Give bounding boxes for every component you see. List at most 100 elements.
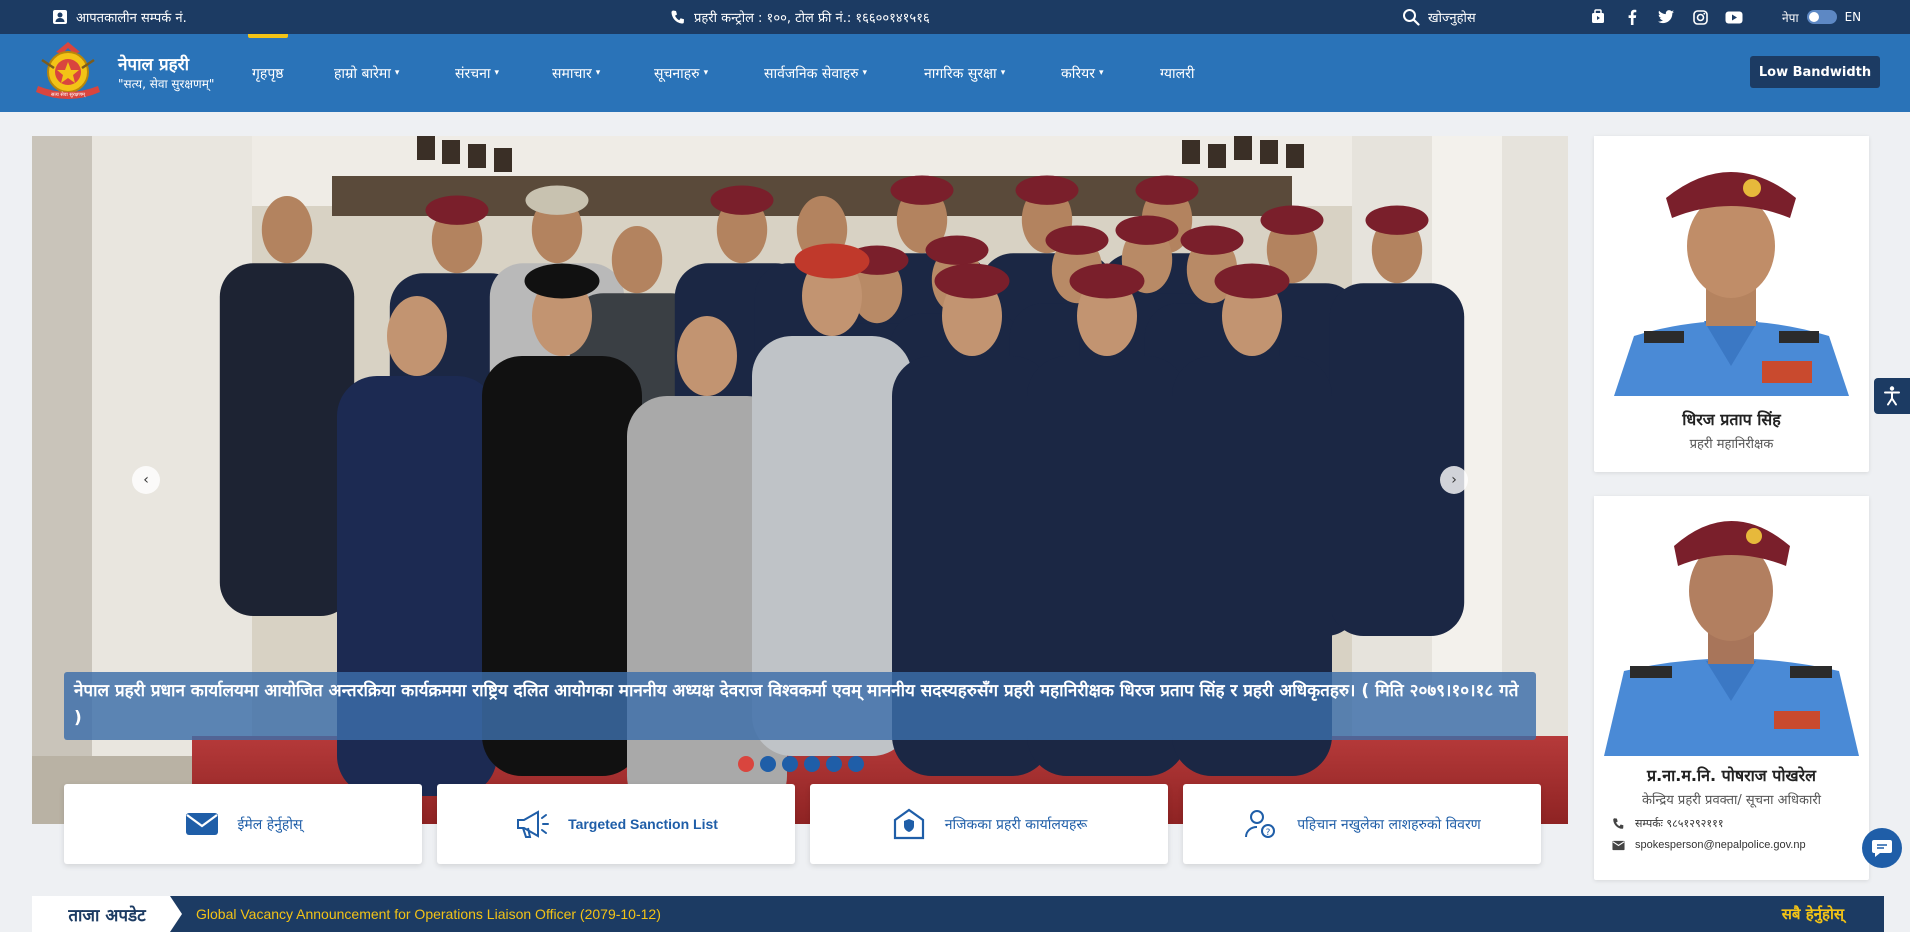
chevron-down-icon: ▾ — [1098, 68, 1104, 78]
chief-name: धिरज प्रताप सिंह — [1682, 410, 1781, 429]
nav-item-label: हाम्रो बारेमा — [334, 65, 391, 82]
contact-card-icon — [53, 10, 67, 24]
quick-link-label: पहिचान नखुलेका लाशहरुको विवरण — [1297, 816, 1481, 833]
spokesperson-email[interactable]: spokesperson@nepalpolice.gov.np — [1594, 839, 1869, 851]
nav-item-2[interactable]: संरचना ▾ — [455, 34, 499, 112]
megaphone-icon — [517, 810, 550, 838]
nav-item-8[interactable]: ग्यालरी — [1160, 34, 1195, 112]
nav-item-3[interactable]: समाचार ▾ — [552, 34, 600, 112]
emergency-contact-label: आपतकालीन सम्पर्क नं. — [76, 11, 187, 26]
search-icon — [1403, 9, 1420, 26]
spokesperson-portrait — [1594, 496, 1869, 756]
quick-link-label: ईमेल हेर्नुहोस् — [237, 816, 303, 833]
news-ticker: ताजा अपडेट Global Vacancy Announcement f… — [32, 896, 1884, 932]
search-trigger[interactable]: खोज्नुहोस — [1402, 0, 1476, 34]
quick-link-label: नजिकका प्रहरी कार्यालयहरू — [944, 816, 1088, 833]
nav-item-0[interactable]: गृहपृष्ठ — [248, 34, 287, 112]
nav-item-label: गृहपृष्ठ — [252, 65, 284, 82]
slide-caption: नेपाल प्रहरी प्रधान कार्यालयमा आयोजित अन… — [64, 672, 1536, 740]
chief-profile-card[interactable]: धिरज प्रताप सिंह प्रहरी महानिरीक्षक — [1594, 136, 1869, 472]
chevron-down-icon: ▾ — [595, 68, 601, 78]
quick-link-unidentified-bodies[interactable]: ? पहिचान नखुलेका लाशहरुको विवरण — [1183, 784, 1541, 864]
nav-item-7[interactable]: करियर ▾ — [1061, 34, 1103, 112]
lang-en-label: EN — [1844, 10, 1862, 24]
ticker-label: ताजा अपडेट — [32, 896, 182, 932]
chat-icon — [1872, 840, 1892, 857]
quick-link-sanction-list[interactable]: Targeted Sanction List — [437, 784, 795, 864]
hotline-label: प्रहरी कन्ट्रोल : १००, टोल फ्री नं.: १६६… — [694, 11, 930, 26]
quick-link-email[interactable]: ईमेल हेर्नुहोस् — [64, 784, 422, 864]
chevron-down-icon: ▾ — [494, 68, 500, 78]
nav-item-6[interactable]: नागरिक सुरक्षा ▾ — [924, 34, 1005, 112]
envelope-icon — [1612, 840, 1625, 850]
nav-item-label: समाचार — [552, 65, 592, 82]
low-bandwidth-button[interactable]: Low Bandwidth — [1750, 56, 1880, 88]
nav-item-4[interactable]: सूचनाहरु ▾ — [654, 34, 708, 112]
nav-item-label: संरचना — [455, 65, 491, 82]
slider-dot[interactable] — [760, 756, 776, 772]
nav-item-5[interactable]: सार्वजनिक सेवाहरु ▾ — [764, 34, 867, 112]
quick-link-label: Targeted Sanction List — [568, 816, 718, 832]
language-switch[interactable]: नेपा EN — [1782, 0, 1861, 34]
view-all-updates-link[interactable]: सबै हेर्नुहोस् — [1782, 896, 1844, 932]
nav-item-label: ग्यालरी — [1160, 65, 1195, 82]
svg-text:?: ? — [1266, 828, 1271, 838]
emergency-contact-link[interactable]: आपतकालीन सम्पर्क नं. — [52, 0, 187, 34]
slider-dots — [738, 756, 864, 772]
chevron-left-icon: ‹ — [143, 472, 149, 488]
brand-home-link[interactable]: सत्य सेवा सुरक्षणम् नेपाल प्रहरी "सत्य, … — [28, 38, 214, 108]
slider-dot[interactable] — [782, 756, 798, 772]
person-search-icon: ? — [1245, 810, 1276, 838]
ticker-item-link[interactable]: Global Vacancy Announcement for Operatio… — [196, 896, 661, 932]
slider-dot[interactable] — [848, 756, 864, 772]
hotline-info: प्रहरी कन्ट्रोल : १००, टोल फ्री नं.: १६६… — [670, 0, 930, 34]
slider-dot[interactable] — [804, 756, 820, 772]
spokesperson-role: केन्द्रिय प्रहरी प्रवक्ता/ सूचना अधिकारी — [1641, 793, 1822, 808]
brand-tagline: "सत्य, सेवा सुरक्षणम्" — [118, 77, 215, 91]
instagram-icon[interactable] — [1690, 8, 1710, 26]
chevron-down-icon: ▾ — [862, 68, 868, 78]
slider-dot[interactable] — [738, 756, 754, 772]
phone-icon — [1613, 818, 1624, 829]
spokesperson-email-text: spokesperson@nepalpolice.gov.np — [1635, 839, 1806, 851]
chief-portrait — [1594, 136, 1869, 396]
lang-np-label: नेपा — [1782, 10, 1799, 25]
nav-item-label: नागरिक सुरक्षा — [924, 65, 997, 82]
phone-icon — [671, 10, 684, 24]
nav-item-label: सार्वजनिक सेवाहरु — [764, 65, 859, 82]
hero-slider[interactable]: ‹ › नेपाल प्रहरी प्रधान कार्यालयमा आयोजि… — [32, 136, 1568, 824]
accessibility-icon — [1884, 386, 1900, 406]
play-store-icon[interactable] — [1588, 8, 1608, 26]
spokesperson-card[interactable]: प्र.ना.म.नि. पोषराज पोखरेल केन्द्रिय प्र… — [1594, 496, 1869, 880]
top-utility-bar: आपतकालीन सम्पर्क नं. प्रहरी कन्ट्रोल : १… — [0, 0, 1910, 34]
nav-item-1[interactable]: हाम्रो बारेमा ▾ — [334, 34, 399, 112]
social-links — [1588, 8, 1744, 26]
youtube-icon[interactable] — [1724, 8, 1744, 26]
facebook-icon[interactable] — [1622, 8, 1642, 26]
logo-motto-text: सत्य सेवा सुरक्षणम् — [51, 91, 86, 98]
nepal-police-logo: सत्य सेवा सुरक्षणम् — [36, 42, 100, 99]
language-toggle[interactable] — [1806, 10, 1837, 24]
spokesperson-phone-text: सम्पर्कः ९८५१२९२१११ — [1635, 817, 1724, 830]
nav-item-label: करियर — [1061, 65, 1095, 82]
spokesperson-name: प्र.ना.म.नि. पोषराज पोखरेल — [1647, 766, 1816, 785]
slider-next-button[interactable]: › — [1440, 466, 1468, 494]
chat-button[interactable] — [1862, 828, 1902, 868]
chevron-down-icon: ▾ — [703, 68, 709, 78]
police-station-icon — [893, 808, 924, 840]
twitter-icon[interactable] — [1656, 8, 1676, 26]
search-label: खोज्नुहोस — [1428, 11, 1476, 26]
main-navbar: सत्य सेवा सुरक्षणम् नेपाल प्रहरी "सत्य, … — [0, 34, 1910, 112]
brand-text: नेपाल प्रहरी "सत्य, सेवा सुरक्षणम्" — [118, 54, 214, 92]
spokesperson-phone[interactable]: सम्पर्कः ९८५१२९२१११ — [1594, 816, 1869, 831]
brand-name: नेपाल प्रहरी — [118, 55, 189, 75]
nav-item-label: सूचनाहरु — [654, 65, 700, 82]
chevron-down-icon: ▾ — [394, 68, 400, 78]
envelope-icon — [185, 813, 218, 835]
slider-prev-button[interactable]: ‹ — [132, 466, 160, 494]
slider-dot[interactable] — [826, 756, 842, 772]
chief-role: प्रहरी महानिरीक्षक — [1689, 437, 1774, 452]
quick-link-nearby-offices[interactable]: नजिकका प्रहरी कार्यालयहरू — [810, 784, 1168, 864]
chevron-down-icon: ▾ — [1000, 68, 1006, 78]
accessibility-button[interactable] — [1874, 378, 1910, 414]
